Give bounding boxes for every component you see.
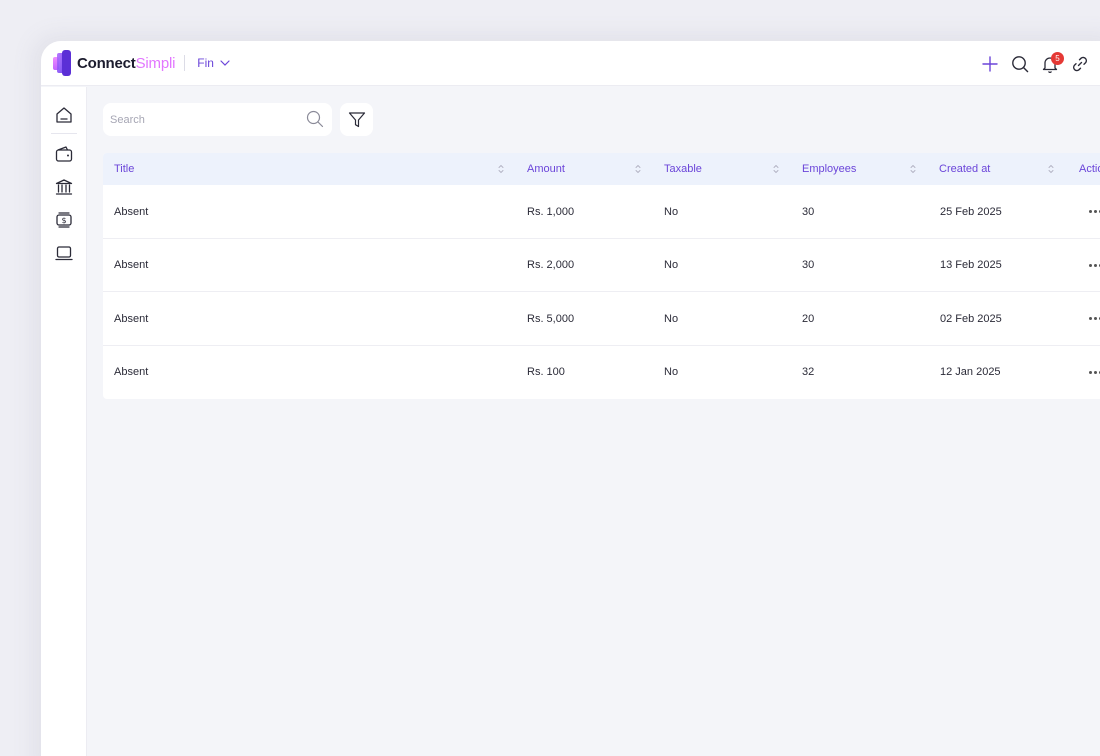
cell-amount: Rs. 2,000 (527, 259, 575, 271)
table-row[interactable]: Absent Rs. 2,000 No 30 13 Feb 2025 (103, 239, 1100, 292)
cell-created-at: 13 Feb 2025 (940, 259, 1002, 271)
add-button[interactable] (975, 49, 1005, 79)
sort-icon[interactable] (1047, 163, 1055, 175)
table-row[interactable]: Absent Rs. 5,000 No 20 02 Feb 2025 (103, 292, 1100, 346)
org-name: Fin (197, 56, 214, 70)
column-header-employees[interactable]: Employees (802, 153, 856, 185)
global-search-button[interactable] (1005, 49, 1035, 79)
cell-amount: Rs. 1,000 (527, 205, 575, 218)
bank-icon (55, 179, 73, 195)
link-icon (1073, 56, 1087, 71)
cell-title: Absent (114, 259, 149, 271)
filter-icon (348, 111, 365, 127)
cell-taxable: No (664, 312, 679, 325)
notification-badge: 5 (1051, 51, 1064, 65)
sidebar-item-home[interactable] (53, 104, 75, 126)
search-submit-button[interactable] (306, 110, 326, 130)
app-window: ConnectSimpli Fin 5 $ Search Title Amoun… (41, 41, 1100, 756)
svg-text:$: $ (61, 216, 66, 225)
cell-taxable: No (664, 205, 679, 218)
cell-employees: 30 (802, 205, 815, 218)
cell-title: Absent (114, 312, 149, 325)
org-selector[interactable]: Fin (197, 56, 230, 70)
filter-button[interactable] (340, 103, 373, 136)
notifications-button[interactable]: 5 (1035, 49, 1065, 79)
sidebar-item-payroll[interactable]: $ (53, 209, 75, 231)
search-icon (306, 110, 324, 128)
share-link-button[interactable] (1065, 49, 1095, 79)
column-header-actions: Actions (1079, 163, 1100, 175)
column-header-amount[interactable]: Amount (527, 153, 565, 185)
column-header-taxable[interactable]: Taxable (664, 153, 702, 185)
row-actions-menu-icon[interactable] (1089, 239, 1100, 292)
sidebar-item-wallet[interactable] (53, 143, 75, 165)
top-bar: ConnectSimpli Fin 5 (41, 41, 1100, 86)
cell-employees: 20 (802, 312, 815, 325)
home-icon (56, 107, 72, 123)
row-actions-menu-icon[interactable] (1089, 292, 1100, 345)
table-row[interactable]: Absent Rs. 1,000 No 30 25 Feb 2025 (103, 185, 1100, 239)
table-row[interactable]: Absent Rs. 100 No 32 12 Jan 2025 (103, 346, 1100, 400)
data-table: Title Amount Taxable Employees Created a… (103, 153, 1100, 399)
logo[interactable]: ConnectSimpli (53, 50, 175, 76)
row-actions-menu-icon[interactable] (1089, 185, 1100, 238)
cell-title: Absent (114, 366, 149, 378)
logo-divider (184, 55, 186, 71)
cell-amount: Rs. 5,000 (527, 312, 575, 325)
cell-title: Absent (114, 205, 149, 218)
sort-icon[interactable] (497, 163, 505, 175)
topbar-actions: 5 (975, 41, 1095, 86)
column-header-title[interactable]: Title (114, 153, 134, 185)
sidebar-item-assets[interactable] (53, 242, 75, 264)
brand-name: ConnectSimpli (77, 54, 176, 72)
sort-icon[interactable] (634, 163, 642, 175)
logo-mark-icon (53, 50, 75, 76)
cell-amount: Rs. 100 (527, 366, 565, 378)
column-header-created-at[interactable]: Created at (939, 153, 990, 185)
cell-created-at: 02 Feb 2025 (940, 312, 1002, 325)
sort-icon[interactable] (772, 163, 780, 175)
sidebar: $ (41, 87, 87, 756)
cell-employees: 32 (802, 366, 815, 378)
search-box (103, 103, 332, 136)
money-exchange-icon: $ (56, 212, 72, 228)
chevron-down-icon (220, 60, 230, 66)
cell-taxable: No (664, 259, 679, 271)
plus-icon (982, 55, 998, 72)
row-actions-menu-icon[interactable] (1089, 346, 1100, 399)
cell-taxable: No (664, 366, 679, 378)
sidebar-divider (51, 133, 77, 134)
table-header: Title Amount Taxable Employees Created a… (103, 153, 1100, 185)
search-icon (1012, 55, 1029, 72)
wallet-icon (55, 146, 73, 162)
sort-icon[interactable] (909, 163, 917, 175)
laptop-icon (55, 246, 73, 261)
main-content: Title Amount Taxable Employees Created a… (88, 87, 1100, 756)
cell-created-at: 25 Feb 2025 (940, 205, 1002, 218)
search-input[interactable] (110, 113, 290, 126)
sidebar-item-bank[interactable] (53, 176, 75, 198)
cell-employees: 30 (802, 259, 815, 271)
cell-created-at: 12 Jan 2025 (940, 366, 1001, 378)
